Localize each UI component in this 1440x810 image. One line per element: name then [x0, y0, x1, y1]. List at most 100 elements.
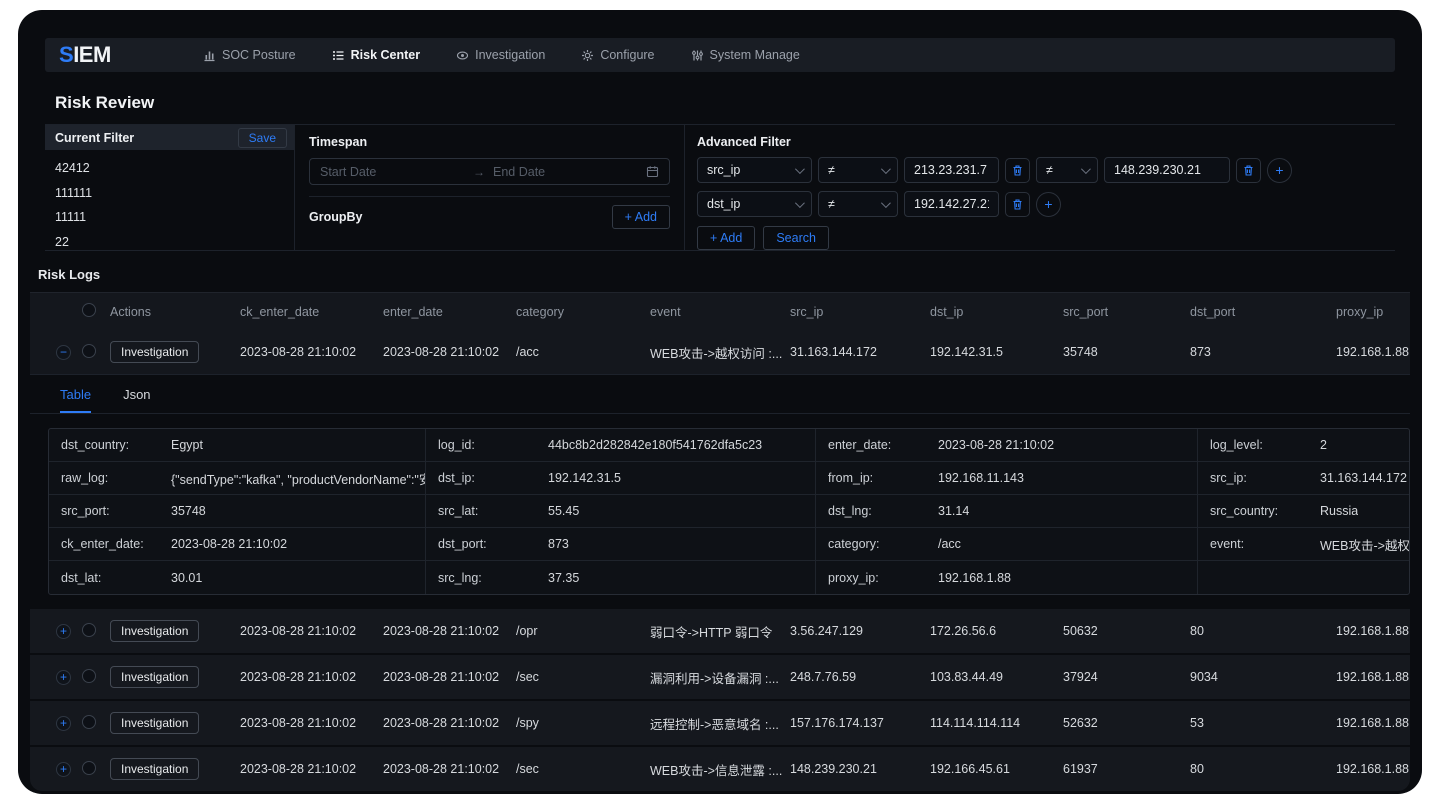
detail-column: log_level:2 src_ip:31.163.144.172 src_co… — [1198, 429, 1410, 594]
table-row[interactable]: + Investigation 2023-08-28 21:10:02 2023… — [30, 609, 1410, 653]
save-button[interactable]: Save — [238, 128, 287, 148]
row-checkbox[interactable] — [82, 669, 96, 683]
col-header-ck-enter-date: ck_enter_date — [236, 305, 379, 319]
saved-filter-item[interactable]: 111111 — [55, 181, 294, 206]
expand-row-button[interactable]: + — [56, 670, 71, 685]
row-checkbox[interactable] — [82, 761, 96, 775]
detail-field: src_country:Russia — [1198, 495, 1410, 528]
nav-item-label: Risk Center — [351, 48, 420, 62]
nav-item-system-manage[interactable]: System Manage — [691, 48, 800, 62]
end-date-placeholder[interactable]: End Date — [493, 165, 646, 179]
collapse-row-button[interactable]: − — [56, 345, 71, 360]
start-date-placeholder[interactable]: Start Date — [320, 165, 473, 179]
expand-row-button[interactable]: + — [56, 716, 71, 731]
cell-category: /sec — [512, 670, 646, 684]
cell-src-ip: 148.239.230.21 — [786, 762, 926, 776]
detail-key: from_ip: — [828, 471, 938, 485]
investigation-button[interactable]: Investigation — [110, 620, 199, 642]
condition-value-input[interactable] — [904, 191, 999, 217]
cell-dst-port: 53 — [1186, 716, 1332, 730]
investigation-button[interactable]: Investigation — [110, 712, 199, 734]
col-header-src-ip: src_ip — [786, 305, 926, 319]
tab-json[interactable]: Json — [123, 387, 150, 413]
detail-key: dst_ip: — [438, 471, 548, 485]
nav-item-soc-posture[interactable]: SOC Posture — [203, 48, 296, 62]
cell-event: WEB攻击->信息泄露 :... — [646, 760, 786, 779]
saved-filter-item[interactable]: 42412 — [55, 156, 294, 181]
cell-src-ip: 157.176.174.137 — [786, 716, 926, 730]
row-checkbox[interactable] — [82, 715, 96, 729]
cell-ck-enter-date: 2023-08-28 21:10:02 — [236, 716, 379, 730]
add-condition-button[interactable]: + — [1267, 158, 1292, 183]
nav-item-risk-center[interactable]: Risk Center — [332, 48, 420, 62]
investigation-button[interactable]: Investigation — [110, 341, 199, 363]
condition-value-input[interactable] — [904, 157, 999, 183]
risk-logs-rows: + Investigation 2023-08-28 21:10:02 2023… — [30, 609, 1410, 791]
detail-field: raw_log:{"sendType":"kafka", "productVen… — [49, 462, 425, 495]
search-button[interactable]: Search — [763, 226, 829, 250]
operator-select[interactable]: ≠ — [1036, 157, 1098, 183]
table-row[interactable]: + Investigation 2023-08-28 21:10:02 2023… — [30, 747, 1410, 791]
operator-select[interactable]: ≠ — [818, 191, 898, 217]
groupby-add-button[interactable]: + Add — [612, 205, 670, 229]
timespan-panel: Timespan Start Date → End Date GroupBy +… — [295, 125, 685, 250]
detail-field: log_level:2 — [1198, 429, 1410, 462]
delete-condition-button[interactable] — [1005, 158, 1030, 183]
detail-key: ck_enter_date: — [61, 537, 171, 551]
detail-field: dst_ip:192.142.31.5 — [426, 462, 815, 495]
detail-value: 37.35 — [548, 571, 579, 585]
row-checkbox[interactable] — [82, 623, 96, 637]
detail-value: 2023-08-28 21:10:02 — [171, 537, 287, 551]
table-row[interactable]: + Investigation 2023-08-28 21:10:02 2023… — [30, 655, 1410, 699]
add-condition-button[interactable]: + — [1036, 192, 1061, 217]
field-select-value: src_ip — [707, 163, 740, 177]
nav-item-configure[interactable]: Configure — [581, 48, 654, 62]
detail-column: dst_country:Egypt raw_log:{"sendType":"k… — [49, 429, 426, 594]
delete-condition-button[interactable] — [1236, 158, 1261, 183]
risk-logs-title: Risk Logs — [30, 261, 1410, 293]
siem-logo[interactable]: SIEM — [45, 42, 161, 68]
range-arrow: → — [473, 165, 485, 179]
detail-column: log_id:44bc8b2d282842e180f541762dfa5c23 … — [426, 429, 816, 594]
condition-value-input[interactable] — [1104, 157, 1230, 183]
field-select[interactable]: dst_ip — [697, 191, 812, 217]
row-checkbox[interactable] — [82, 344, 96, 358]
date-range-input[interactable]: Start Date → End Date — [309, 158, 670, 185]
cell-src-port: 52632 — [1059, 716, 1186, 730]
table-row[interactable]: + Investigation 2023-08-28 21:10:02 2023… — [30, 701, 1410, 745]
col-header-proxy-ip: proxy_ip — [1332, 305, 1410, 319]
chevron-down-icon — [1081, 164, 1091, 174]
detail-value: Egypt — [171, 438, 203, 452]
saved-filter-item[interactable]: 22 — [55, 230, 294, 255]
saved-filter-list: 42412 111111 11111 22 — [45, 150, 294, 254]
detail-field: dst_port:873 — [426, 528, 815, 561]
detail-value: 192.168.11.143 — [938, 471, 1024, 485]
delete-condition-button[interactable] — [1005, 192, 1030, 217]
detail-key: src_country: — [1210, 504, 1320, 518]
expand-row-button[interactable]: + — [56, 624, 71, 639]
detail-value: 30.01 — [171, 571, 202, 585]
nav-item-investigation[interactable]: Investigation — [456, 48, 545, 62]
top-nav: SIEM SOC Posture Risk Center Investigati… — [45, 38, 1395, 72]
expand-row-button[interactable]: + — [56, 762, 71, 777]
saved-filter-item[interactable]: 11111 — [55, 205, 294, 230]
cell-proxy-ip: 192.168.1.88 — [1332, 345, 1410, 359]
chevron-down-icon — [795, 164, 805, 174]
tab-table[interactable]: Table — [60, 387, 91, 413]
groupby-label: GroupBy — [309, 210, 362, 224]
operator-select[interactable]: ≠ — [818, 157, 898, 183]
cell-dst-port: 80 — [1186, 624, 1332, 638]
investigation-button[interactable]: Investigation — [110, 666, 199, 688]
cell-src-ip: 3.56.247.129 — [786, 624, 926, 638]
investigation-button[interactable]: Investigation — [110, 758, 199, 780]
add-filter-button[interactable]: + Add — [697, 226, 755, 250]
detail-value: WEB攻击->越权访问 :... — [1320, 535, 1410, 554]
timespan-label: Timespan — [309, 135, 670, 149]
select-all-checkbox[interactable] — [82, 303, 96, 317]
table-row-expanded[interactable]: − Investigation 2023-08-28 21:10:02 2023… — [30, 330, 1410, 374]
cell-src-ip: 248.7.76.59 — [786, 670, 926, 684]
risk-logs-section: Risk Logs Actions ck_enter_date enter_da… — [30, 261, 1410, 791]
field-select[interactable]: src_ip — [697, 157, 812, 183]
nav-item-label: System Manage — [710, 48, 800, 62]
advanced-filter-label: Advanced Filter — [697, 135, 1395, 149]
